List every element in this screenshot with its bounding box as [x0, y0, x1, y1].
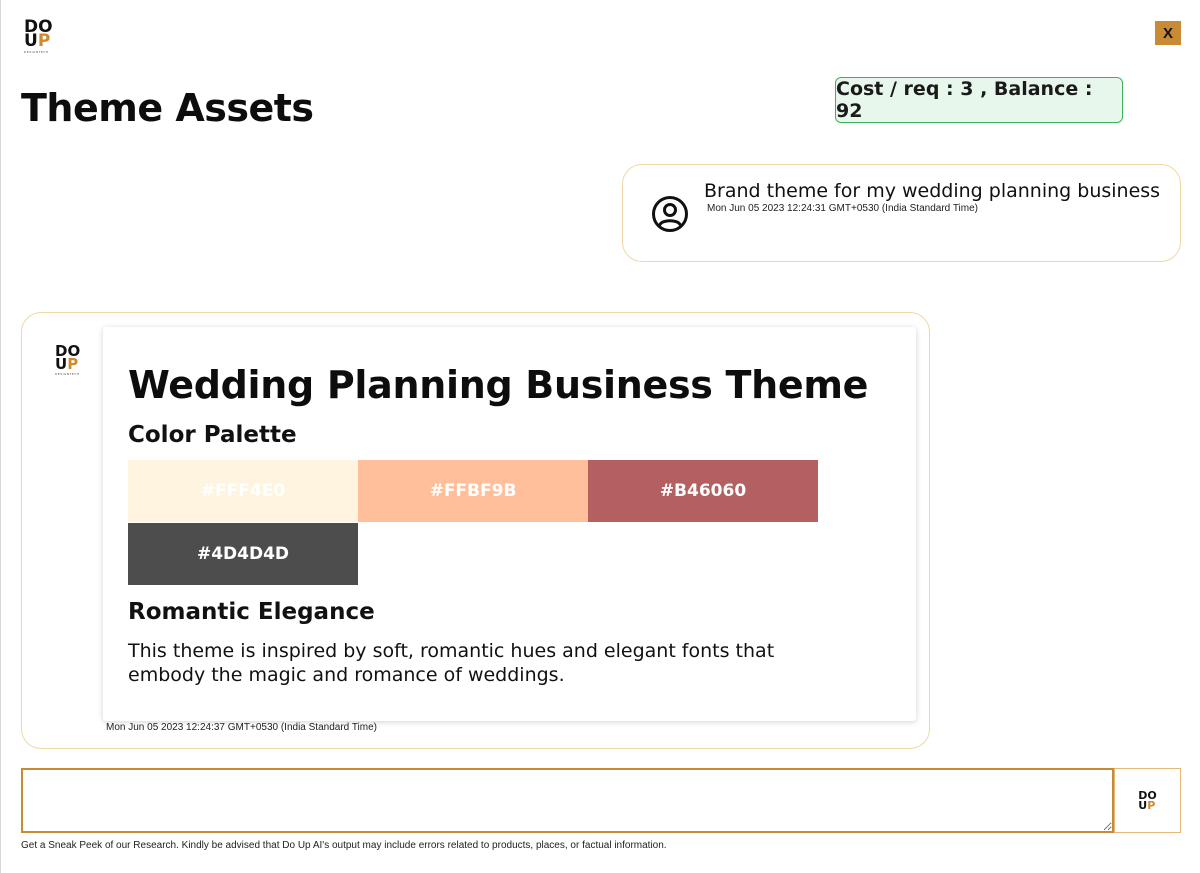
logo-tagline: DESIGNTECH: [24, 49, 49, 54]
bot-avatar-logo: DO UP DESIGNTECH: [55, 344, 80, 376]
swatch-label: #4D4D4D: [196, 544, 290, 564]
logo-p: P: [1147, 798, 1156, 812]
page-title: Theme Assets: [21, 86, 314, 130]
disclaimer-text: Get a Sneak Peek of our Research. Kindly…: [21, 840, 667, 851]
theme-description: This theme is inspired by soft, romantic…: [128, 640, 775, 686]
color-palette-heading: Color Palette: [128, 422, 297, 448]
swatch-label: #B46060: [659, 481, 747, 501]
logo-u: U: [24, 31, 38, 52]
color-swatch-4: #4D4D4D: [128, 523, 358, 585]
send-button[interactable]: DO UP: [1114, 768, 1181, 833]
chat-input[interactable]: [21, 768, 1114, 833]
close-button[interactable]: X: [1155, 21, 1181, 45]
color-swatch-3: #B46060: [588, 460, 818, 522]
logo-p: P: [37, 31, 51, 52]
logo-u: U: [1138, 798, 1148, 812]
bot-message-bubble: DO UP DESIGNTECH Wedding Planning Busine…: [21, 312, 930, 749]
color-swatch-2: #FFBF9B: [358, 460, 588, 522]
user-message-timestamp: Mon Jun 05 2023 12:24:31 GMT+0530 (India…: [707, 203, 979, 214]
doup-logo: DO UP DESIGNTECH: [24, 18, 53, 54]
user-message-bubble: Brand theme for my wedding planning busi…: [622, 164, 1181, 262]
swatch-label: #FFF4E0: [200, 481, 286, 501]
logo-line-2: UP: [24, 31, 51, 52]
theme-title: Wedding Planning Business Theme: [128, 363, 869, 407]
color-swatch-1: #FFF4E0: [128, 460, 358, 522]
doup-logo-icon: DO UP: [1138, 790, 1156, 812]
cost-balance-badge: Cost / req : 3 , Balance : 92: [835, 77, 1123, 123]
logo-tagline: DESIGNTECH: [55, 371, 80, 376]
theme-name-heading: Romantic Elegance: [128, 599, 375, 625]
bot-message-timestamp: Mon Jun 05 2023 12:24:37 GMT+0530 (India…: [106, 722, 378, 733]
swatch-label: #FFBF9B: [429, 481, 517, 501]
logo-p: P: [67, 354, 79, 373]
logo-line-2: UP: [55, 354, 79, 373]
user-message-text: Brand theme for my wedding planning busi…: [704, 180, 1161, 202]
user-circle-icon: [651, 195, 689, 233]
theme-card: Wedding Planning Business Theme Color Pa…: [103, 327, 916, 721]
logo-u: U: [55, 354, 68, 373]
logo-line-2: UP: [1138, 798, 1156, 812]
